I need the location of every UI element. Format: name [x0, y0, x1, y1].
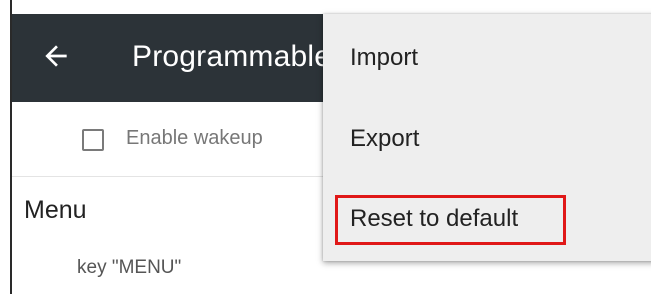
enable-wakeup-label: Enable wakeup: [126, 127, 263, 149]
menu-section-title: Menu: [24, 196, 87, 224]
arrow-left-icon[interactable]: [40, 40, 72, 72]
app-screen: Programmable keys Enable wakeup Menu key…: [0, 0, 651, 294]
menu-item-export[interactable]: Export: [350, 125, 419, 153]
enable-wakeup-checkbox[interactable]: [82, 129, 104, 151]
menu-item-reset-to-default[interactable]: Reset to default: [350, 205, 518, 233]
overflow-menu: Import Export Reset to default: [323, 14, 651, 261]
menu-item-import[interactable]: Import: [350, 44, 418, 72]
menu-key-item[interactable]: key "MENU": [77, 257, 181, 279]
